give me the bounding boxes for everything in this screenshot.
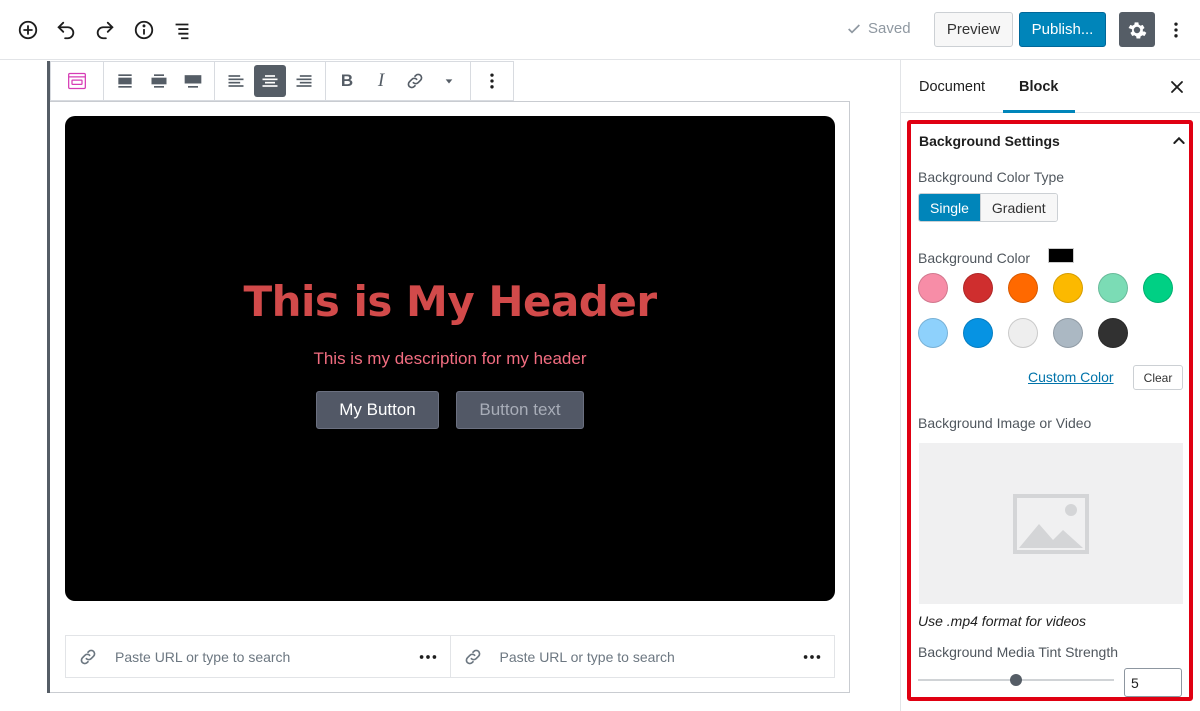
link-icon [465, 649, 480, 664]
hero-title[interactable]: This is My Header [65, 277, 835, 326]
horizontal-dots-icon [803, 654, 821, 659]
format-group: B I [326, 62, 471, 100]
color-swatch[interactable] [963, 318, 993, 348]
custom-color-link[interactable]: Custom Color [1028, 369, 1114, 385]
text-align-left-icon [228, 75, 244, 87]
url-placeholder[interactable]: Paste URL or type to search [500, 649, 801, 665]
hero-block[interactable]: This is My Header This is my description… [65, 116, 835, 601]
check-icon [848, 23, 860, 34]
color-type-single-button[interactable]: Single [919, 194, 980, 221]
more-formats-button[interactable] [433, 65, 465, 97]
url-options-button[interactable] [416, 647, 440, 667]
saved-status: Saved [846, 20, 911, 37]
button-url-field[interactable]: Paste URL or type to search [66, 636, 450, 677]
undo-icon[interactable] [50, 14, 82, 46]
tint-label: Background Media Tint Strength [918, 644, 1119, 660]
color-type-gradient-button[interactable]: Gradient [979, 194, 1057, 221]
vertical-dots-icon [1174, 22, 1178, 38]
url-placeholder[interactable]: Paste URL or type to search [115, 649, 416, 665]
publish-button[interactable]: Publish... [1019, 12, 1106, 47]
block-menu-group [471, 62, 513, 100]
close-sidebar-button[interactable] [1167, 77, 1187, 97]
sidebar-tabs: Document Block [901, 60, 1200, 113]
image-placeholder-icon [1013, 493, 1089, 554]
hero-primary-button[interactable]: My Button [316, 391, 439, 429]
more-options-button[interactable] [1164, 14, 1188, 46]
color-palette [918, 273, 1178, 348]
text-align-center-icon [262, 75, 278, 87]
color-swatch[interactable] [1053, 273, 1083, 303]
color-swatch[interactable] [1098, 318, 1128, 348]
url-options-button[interactable] [800, 647, 824, 667]
background-settings-panel: Background Settings Background Color Typ… [907, 120, 1193, 701]
redo-icon[interactable] [89, 14, 121, 46]
info-icon[interactable] [128, 14, 160, 46]
media-format-hint: Use .mp4 format for videos [918, 613, 1087, 629]
current-color-indicator [1048, 248, 1074, 263]
close-icon [1171, 81, 1183, 93]
align-wide-left-button[interactable] [109, 65, 141, 97]
hero-description[interactable]: This is my description for my header [65, 349, 835, 369]
align-text-left-button[interactable] [220, 65, 252, 97]
align-left-block-icon [118, 74, 132, 88]
italic-button[interactable]: I [365, 65, 397, 97]
tint-slider[interactable] [918, 674, 1114, 686]
tab-document[interactable]: Document [919, 60, 985, 113]
preview-button[interactable]: Preview [934, 12, 1013, 47]
block-navigation-icon[interactable] [166, 14, 198, 46]
clear-color-button[interactable]: Clear [1133, 365, 1183, 390]
align-text-center-button[interactable] [254, 65, 286, 97]
chevron-up-icon [1173, 136, 1185, 144]
italic-icon: I [377, 70, 385, 91]
color-type-label: Background Color Type [918, 169, 1065, 185]
color-swatch[interactable] [1008, 318, 1038, 348]
color-type-toggle: Single Gradient [918, 193, 1058, 222]
color-swatch[interactable] [1143, 273, 1173, 303]
align-wide-icon [151, 74, 167, 88]
block-type-button[interactable] [61, 65, 93, 97]
bold-button[interactable]: B [331, 65, 363, 97]
bg-color-label: Background Color [918, 250, 1031, 266]
button-url-row: Paste URL or type to search Paste URL or… [65, 635, 835, 678]
text-alignment-group [215, 62, 326, 100]
block-toolbar: B I [50, 61, 514, 101]
tint-value-input[interactable] [1124, 668, 1182, 697]
text-align-right-icon [296, 75, 312, 87]
block-more-button[interactable] [476, 65, 508, 97]
link-icon [80, 649, 96, 664]
horizontal-dots-icon [419, 654, 436, 659]
vertical-dots-icon [490, 73, 494, 89]
panel-title[interactable]: Background Settings [919, 133, 1060, 149]
button-url-field[interactable]: Paste URL or type to search [449, 636, 835, 677]
tab-block[interactable]: Block [1003, 60, 1075, 113]
slider-thumb[interactable] [1010, 674, 1022, 686]
align-text-right-button[interactable] [288, 65, 320, 97]
block-alignment-group [104, 62, 215, 100]
add-block-icon[interactable] [12, 14, 44, 46]
gear-icon [1128, 21, 1147, 39]
hero-secondary-button[interactable]: Button text [456, 391, 584, 429]
caret-down-icon [445, 79, 453, 84]
block-icon [68, 72, 86, 90]
media-label: Background Image or Video [918, 415, 1092, 431]
align-wide-button[interactable] [143, 65, 175, 97]
link-icon [407, 73, 423, 89]
block-type-group [51, 62, 104, 100]
align-full-icon [184, 75, 202, 88]
align-full-button[interactable] [177, 65, 209, 97]
color-swatch[interactable] [918, 318, 948, 348]
editor-header: Saved Preview Publish... [0, 0, 1200, 60]
media-upload-area[interactable] [919, 443, 1183, 604]
collapse-panel-button[interactable] [1171, 133, 1187, 149]
color-swatch[interactable] [1053, 318, 1083, 348]
bold-icon: B [340, 71, 354, 90]
color-swatch[interactable] [963, 273, 993, 303]
settings-button[interactable] [1119, 12, 1155, 47]
link-button[interactable] [399, 65, 431, 97]
color-swatch[interactable] [1098, 273, 1128, 303]
saved-label: Saved [868, 20, 911, 37]
color-swatch[interactable] [1008, 273, 1038, 303]
color-swatch[interactable] [918, 273, 948, 303]
